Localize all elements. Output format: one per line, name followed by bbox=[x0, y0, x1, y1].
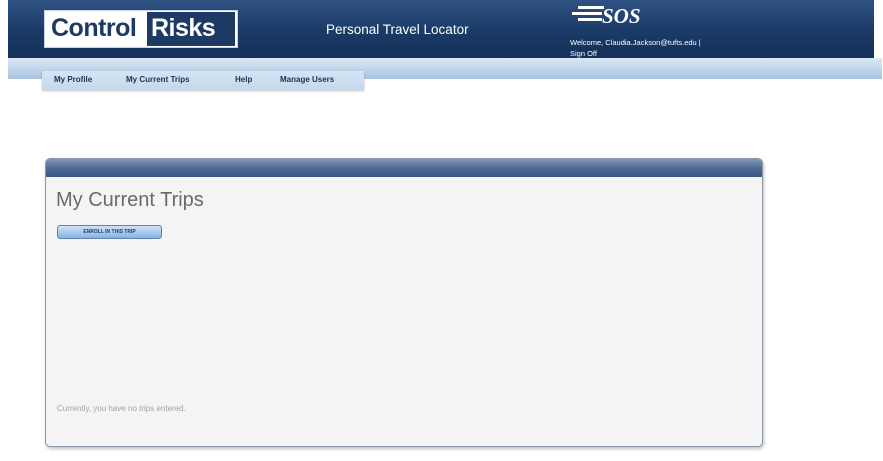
logo-control-text: Control bbox=[51, 14, 137, 42]
sos-logo: SOS bbox=[572, 0, 662, 36]
main-nav: My Profile My Current Trips Help Manage … bbox=[42, 71, 364, 90]
logo-risks-text: Risks bbox=[147, 12, 235, 46]
sos-logo-text: SOS bbox=[602, 4, 641, 28]
empty-state-message: Currently, you have no trips entered. bbox=[57, 404, 186, 413]
welcome-text: Welcome, Claudia.Jackson@tufts.edu | bbox=[570, 38, 701, 47]
nav-item-help[interactable]: Help bbox=[235, 75, 252, 84]
sos-logo-stripe bbox=[572, 12, 602, 15]
app-header: Control Risks Personal Travel Locator SO… bbox=[8, 0, 874, 58]
app-title: Personal Travel Locator bbox=[326, 22, 469, 37]
control-risks-logo[interactable]: Control Risks bbox=[44, 10, 238, 48]
page-title: My Current Trips bbox=[56, 189, 204, 211]
nav-item-my-profile[interactable]: My Profile bbox=[54, 75, 92, 84]
enroll-trip-button[interactable]: ENROLL IN THIS TRIP bbox=[57, 225, 162, 239]
sos-logo-stripe bbox=[578, 18, 602, 21]
sign-off-link[interactable]: Sign Off bbox=[570, 49, 597, 58]
nav-item-manage-users[interactable]: Manage Users bbox=[280, 75, 334, 84]
sos-logo-stripe bbox=[578, 6, 604, 9]
nav-item-my-current-trips[interactable]: My Current Trips bbox=[126, 75, 190, 84]
current-trips-panel: My Current Trips ENROLL IN THIS TRIP Cur… bbox=[45, 158, 763, 447]
panel-header-bar bbox=[46, 159, 762, 177]
